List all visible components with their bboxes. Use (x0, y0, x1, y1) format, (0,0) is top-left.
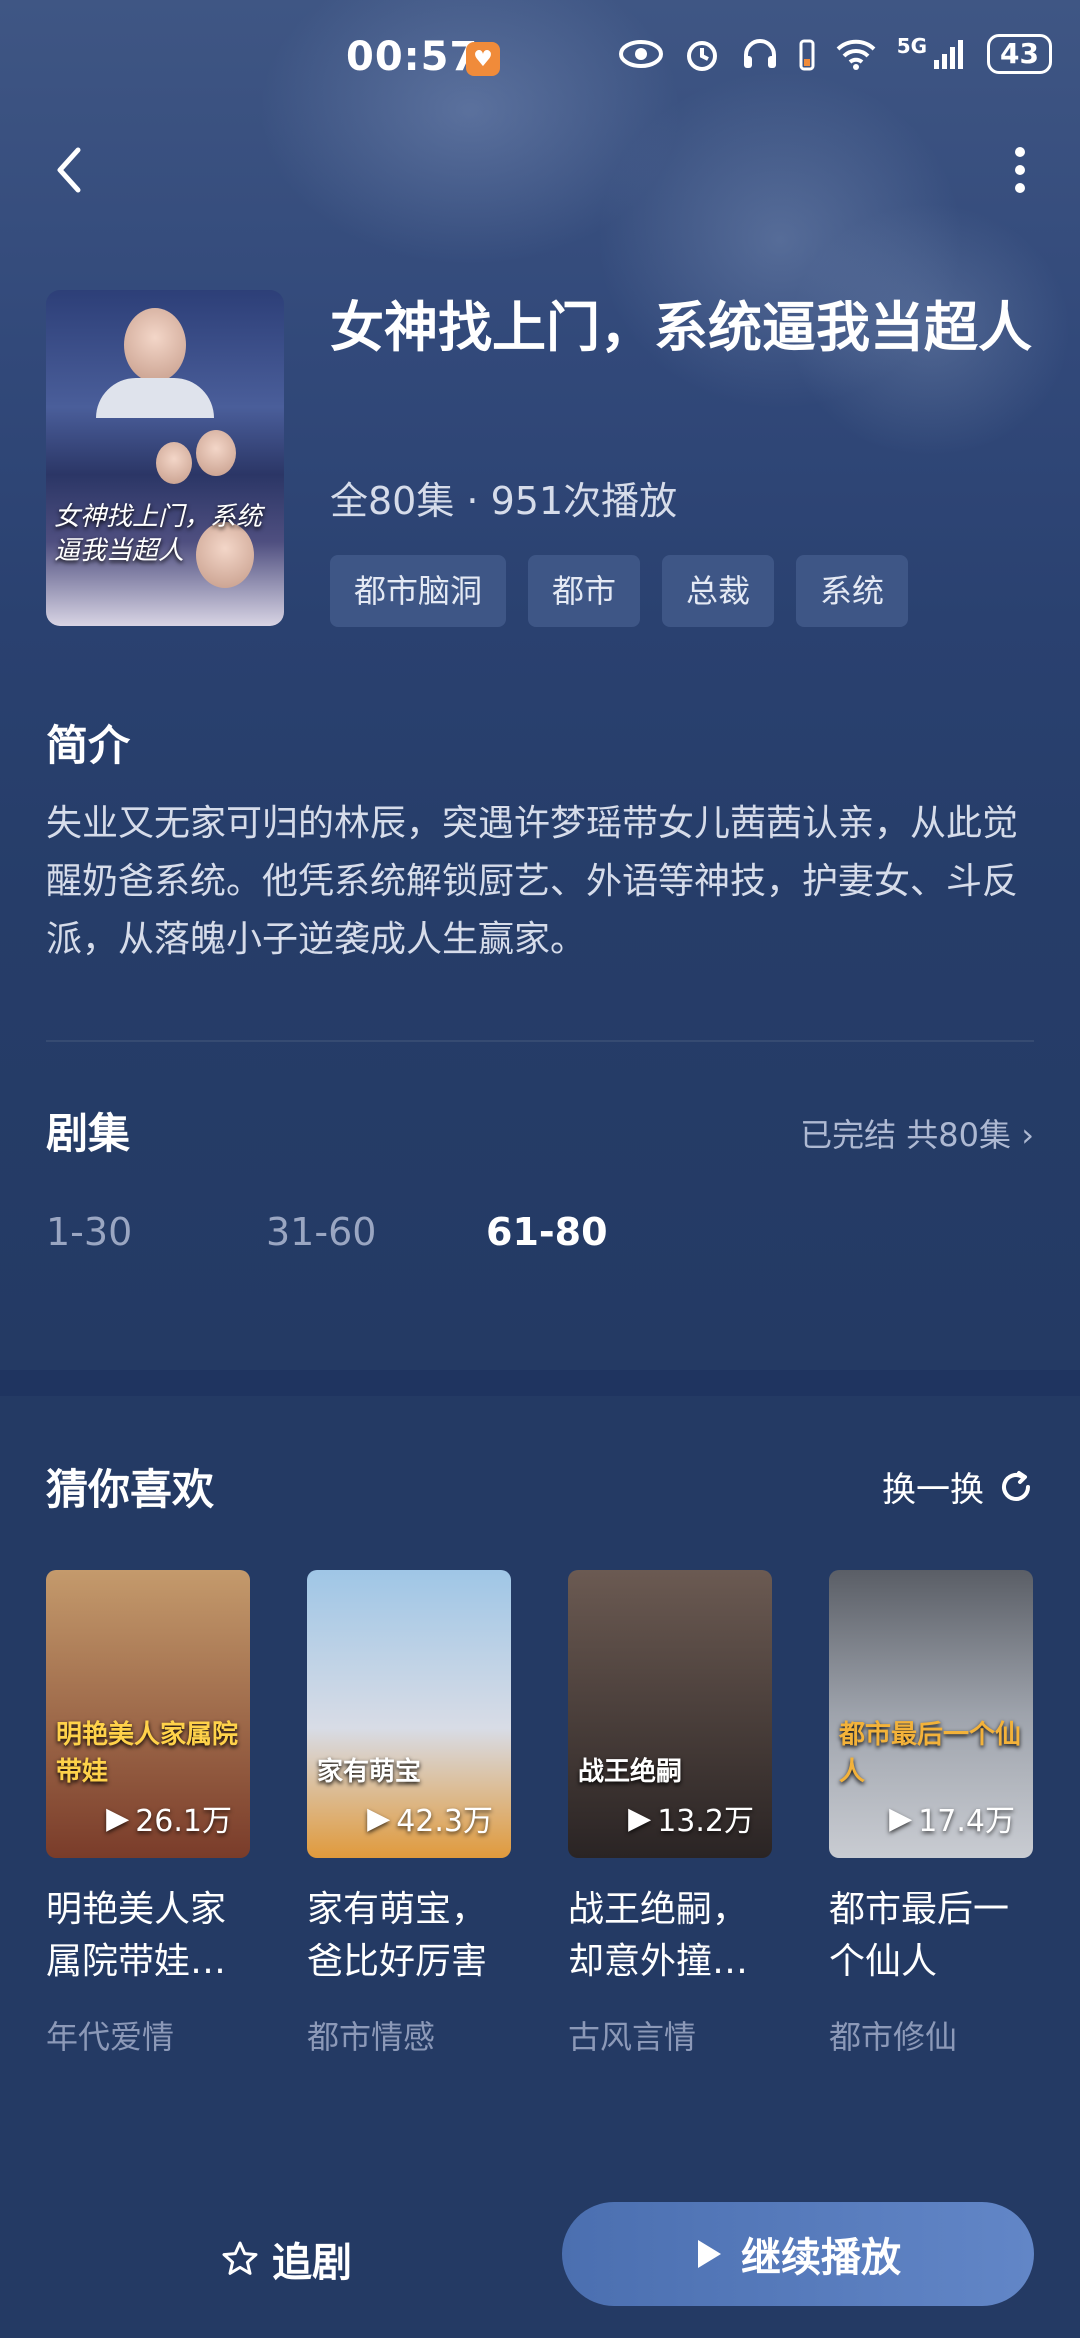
play-icon: ▶ (367, 1800, 391, 1836)
status-icons: 5G 43 (618, 34, 1052, 74)
tab-range-31-60[interactable]: 31-60 (266, 1210, 486, 1254)
play-count: ▶ 17.4万 (889, 1800, 1015, 1840)
tag[interactable]: 都市 (528, 555, 641, 627)
recommend-title: 都市最后一个仙人 (829, 1889, 1010, 1982)
play-count: ▶ 13.2万 (628, 1800, 754, 1840)
recommend-title: 家有萌宝，爸比好厉害 (307, 1889, 488, 1982)
recommend-title: 明艳美人家属院带娃… (46, 1889, 227, 1982)
star-icon (222, 2241, 258, 2275)
episode-range-tabs: 1-30 31-60 61-80 (46, 1210, 706, 1254)
recommend-title: 战王绝嗣，却意外撞… (568, 1889, 749, 1982)
chevron-right-icon: › (1021, 1116, 1034, 1154)
cover-art-text: 战王绝嗣 (578, 1757, 683, 1787)
continue-play-label: 继续播放 (741, 2235, 901, 2281)
recommend-cover: 家有萌宝 ▶ 42.3万 (307, 1570, 511, 1858)
recommend-list: 明艳美人家属院带娃 ▶ 26.1万 明艳美人家属院带娃… 年代爱情 家有萌宝 ▶ 4… (46, 1570, 1033, 2058)
play-icon: ▶ (889, 1800, 913, 1836)
recommend-item[interactable]: 家有萌宝 ▶ 42.3万 家有萌宝，爸比好厉害 都市情感 (307, 1570, 511, 2058)
play-count: ▶ 42.3万 (367, 1800, 493, 1840)
battery-indicator: 43 (987, 34, 1052, 74)
recommend-item[interactable]: 明艳美人家属院带娃 ▶ 26.1万 明艳美人家属院带娃… 年代爱情 (46, 1570, 250, 2058)
headphones-icon (743, 39, 776, 68)
status-time: 00:57 (346, 34, 479, 80)
more-vertical-icon (1015, 147, 1025, 193)
play-icon (698, 2240, 721, 2268)
poster-figure (96, 378, 214, 418)
poster-face (196, 430, 236, 476)
refresh-label: 换一换 (882, 1470, 984, 1510)
episodes-heading: 剧集 (46, 1109, 131, 1158)
wifi-icon (836, 39, 876, 70)
follow-button[interactable]: 追剧 (220, 2230, 352, 2288)
recommend-cover: 战王绝嗣 ▶ 13.2万 (568, 1570, 772, 1858)
recommend-item[interactable]: 都市最后一个仙人 ▶ 17.4万 都市最后一个仙人 都市修仙 (829, 1570, 1033, 2058)
show-title: 女神找上门，系统逼我当超人 (330, 296, 1032, 359)
play-count: ▶ 26.1万 (106, 1800, 232, 1840)
show-meta: 全80集 · 951次播放 (330, 479, 678, 523)
recommend-cover: 明艳美人家属院带娃 ▶ 26.1万 (46, 1570, 250, 1858)
episode-status-link[interactable]: 已完结 共80集 › (800, 1110, 1034, 1156)
tag[interactable]: 系统 (796, 555, 909, 627)
app-notification-icon: ♥ (466, 42, 500, 76)
section-separator (0, 1370, 1080, 1396)
eye-icon (618, 40, 663, 68)
show-poster: 女神找上门，系统逼我当超人 (46, 290, 284, 626)
recommend-genre: 都市修仙 (829, 2018, 958, 2056)
recommend-genre: 年代爱情 (46, 2018, 175, 2056)
poster-title-art: 女神找上门，系统逼我当超人 (54, 502, 263, 566)
cover-art-text: 明艳美人家属院带娃 (56, 1720, 239, 1787)
recommend-cover: 都市最后一个仙人 ▶ 17.4万 (829, 1570, 1033, 1858)
chevron-left-icon (57, 147, 81, 193)
episode-status-text: 已完结 共80集 (800, 1116, 1012, 1154)
cover-art-text: 都市最后一个仙人 (839, 1720, 1022, 1787)
network-type: 5G (896, 34, 928, 58)
follow-label: 追剧 (272, 2240, 352, 2286)
poster-face (124, 308, 186, 382)
tag-list: 都市脑洞 都市 总裁 系统 (330, 555, 909, 627)
status-bar: 00:57 ♥ 5G 43 (0, 0, 1080, 120)
tag[interactable]: 都市脑洞 (330, 555, 507, 627)
signal-icon (934, 40, 964, 69)
bottom-action-bar: 追剧 继续播放 (0, 2180, 1080, 2338)
recommend-genre: 古风言情 (568, 2018, 697, 2056)
top-nav (0, 120, 1080, 220)
refresh-button[interactable]: 换一换 (882, 1462, 1034, 1511)
recommend-heading: 猜你喜欢 (46, 1465, 215, 1514)
intro-heading: 简介 (46, 721, 131, 770)
tab-range-61-80[interactable]: 61-80 (486, 1210, 706, 1254)
play-icon: ▶ (628, 1800, 652, 1836)
more-options-button[interactable] (1000, 140, 1040, 200)
small-battery-icon (799, 39, 815, 71)
cover-art-text: 家有萌宝 (317, 1757, 422, 1787)
recommend-item[interactable]: 战王绝嗣 ▶ 13.2万 战王绝嗣，却意外撞… 古风言情 (568, 1570, 772, 2058)
play-icon: ▶ (106, 1800, 130, 1836)
tab-range-1-30[interactable]: 1-30 (46, 1210, 266, 1254)
back-button[interactable] (44, 140, 104, 200)
divider (46, 1040, 1034, 1042)
recommend-genre: 都市情感 (307, 2018, 436, 2056)
alarm-icon (686, 41, 717, 71)
refresh-icon (1002, 1470, 1030, 1501)
tag[interactable]: 总裁 (662, 555, 775, 627)
intro-text: 失业又无家可归的林辰，突遇许梦瑶带女儿茜茜认亲，从此觉醒奶爸系统。他凭系统解锁厨… (46, 803, 1019, 960)
continue-play-button[interactable]: 继续播放 (562, 2202, 1034, 2306)
poster-face (156, 442, 192, 484)
